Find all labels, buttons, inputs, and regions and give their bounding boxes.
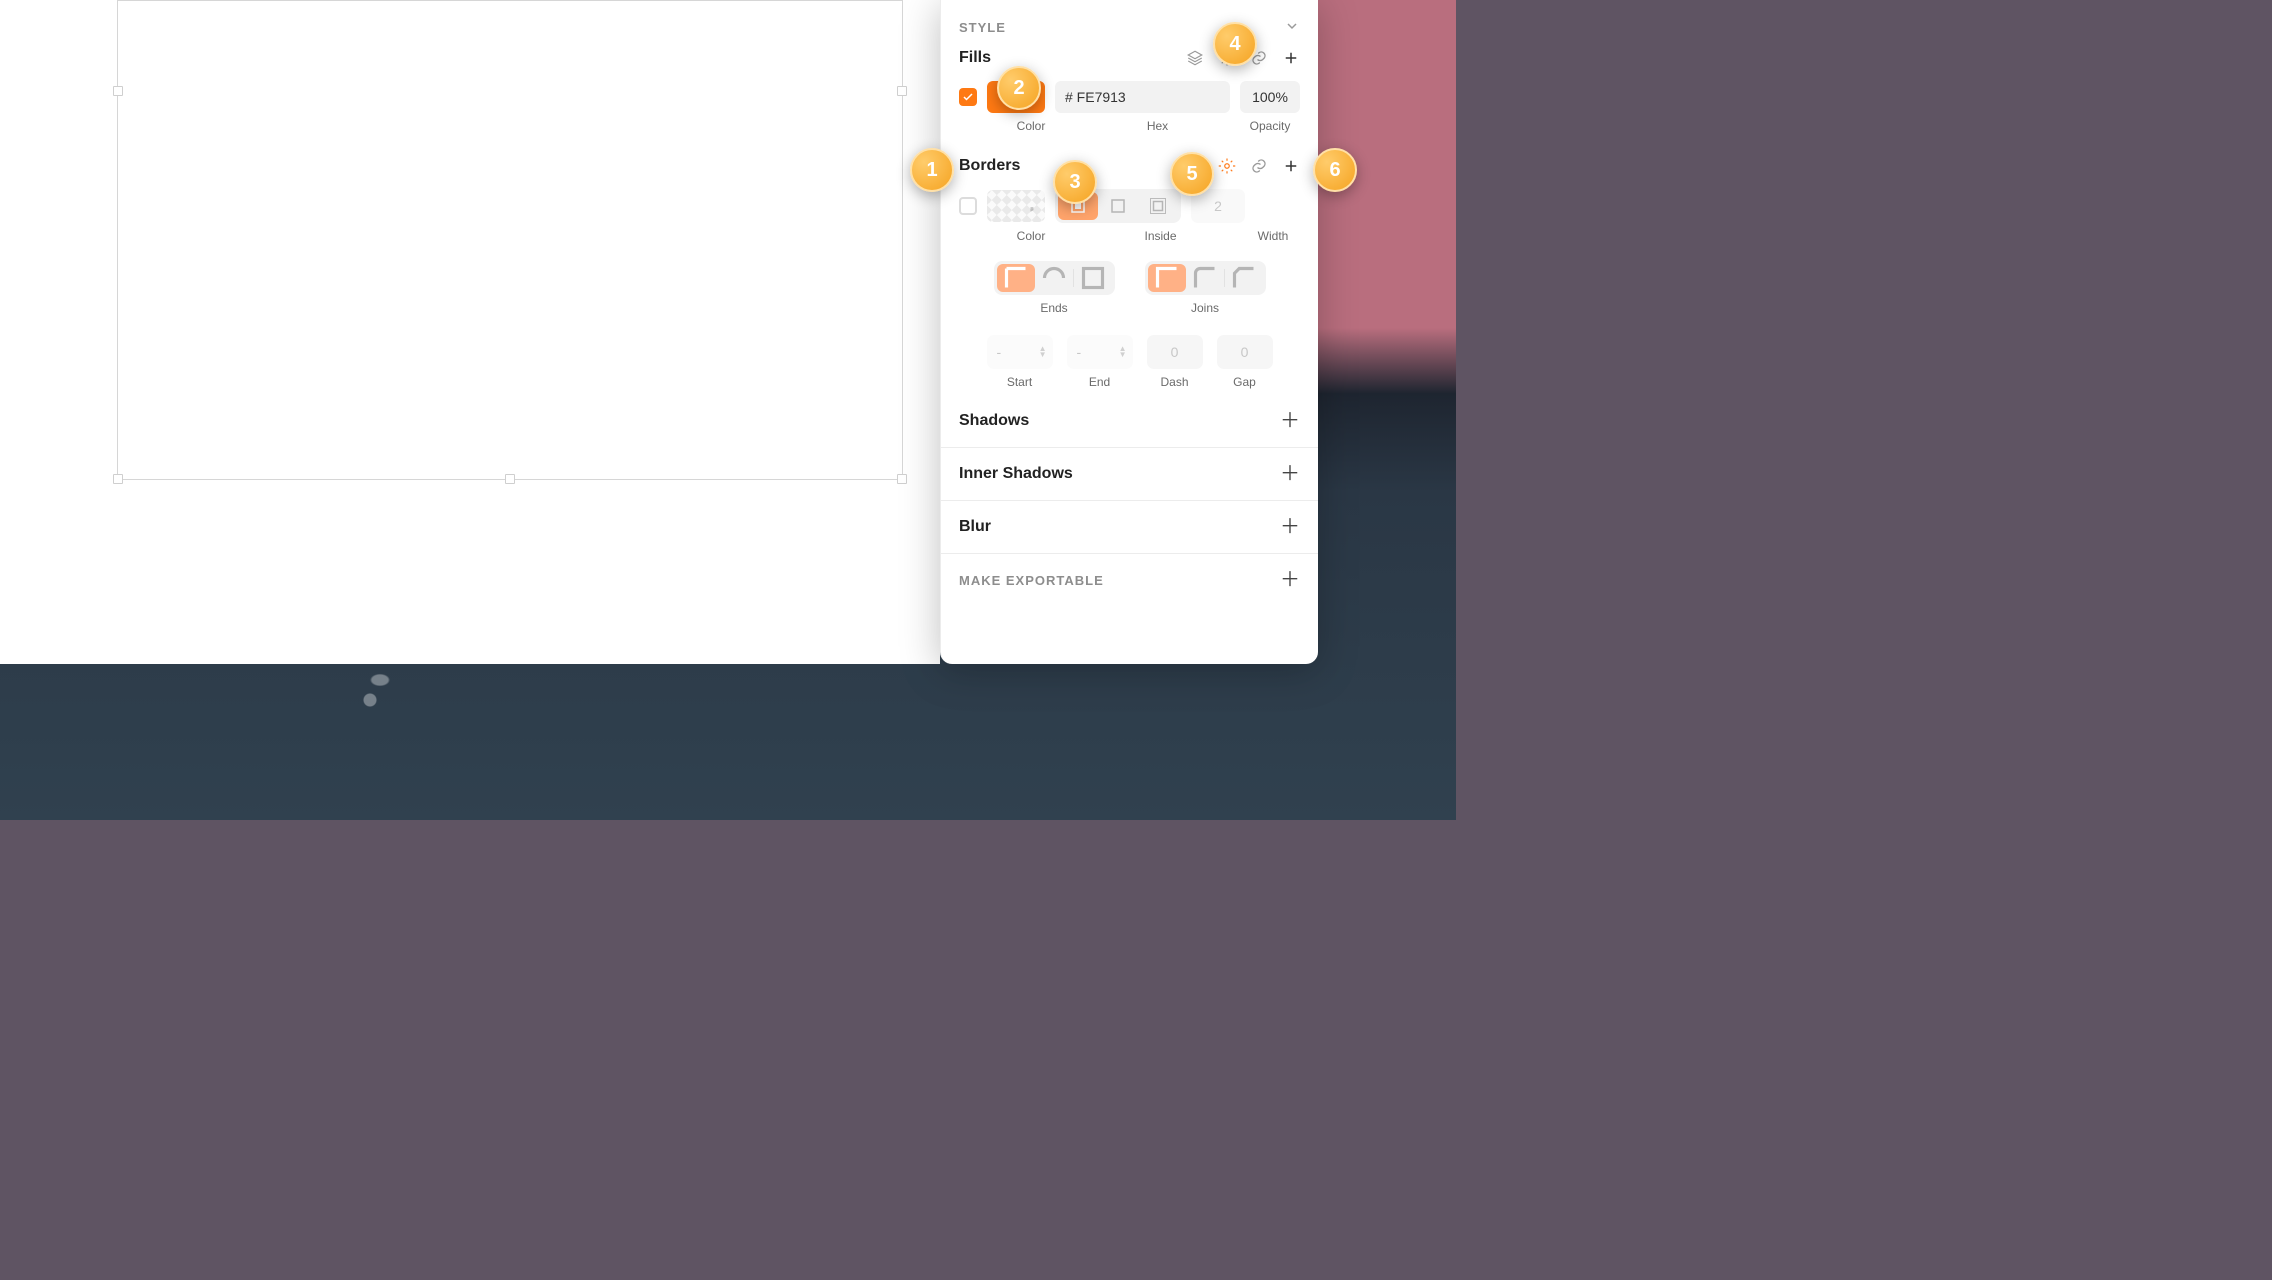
resize-handle-left[interactable] — [113, 86, 123, 96]
annotation-marker: 4 — [1213, 22, 1257, 66]
gap-label: Gap — [1233, 375, 1256, 389]
borders-gear-icon[interactable] — [1218, 157, 1236, 175]
stepper-arrows-icon: ▲▼ — [1119, 346, 1127, 358]
joins-label: Joins — [1191, 301, 1219, 315]
style-collapse[interactable] — [1284, 18, 1300, 37]
border-width-label: Width — [1246, 229, 1300, 243]
selection-bounding-box[interactable] — [117, 0, 903, 480]
joins-round[interactable] — [1186, 264, 1224, 292]
border-width-value: 2 — [1214, 198, 1222, 214]
fill-opacity-input[interactable]: 100% — [1240, 81, 1300, 113]
fill-opacity-label: Opacity — [1240, 119, 1300, 133]
ends-butt[interactable] — [997, 264, 1035, 292]
export-row[interactable]: MAKE EXPORTABLE ＋ — [941, 554, 1318, 606]
annotation-marker: 2 — [997, 66, 1041, 110]
border-enabled-check[interactable] — [959, 197, 977, 215]
resize-handle-bleft[interactable] — [113, 474, 123, 484]
blur-title: Blur — [959, 518, 991, 536]
dash-input[interactable]: 0 — [1147, 335, 1203, 369]
marker-number: 2 — [1013, 77, 1024, 100]
style-section-title: STYLE — [959, 20, 1006, 35]
stepper-arrows-icon: ▲▼ — [1039, 346, 1047, 358]
marker-number: 1 — [926, 159, 937, 182]
inner-shadows-title: Inner Shadows — [959, 465, 1073, 483]
resize-handle-bright[interactable] — [897, 474, 907, 484]
fills-layers-icon[interactable] — [1186, 49, 1204, 67]
borders-title: Borders — [959, 157, 1020, 175]
inner-shadows-add-icon[interactable]: ＋ — [1280, 464, 1300, 484]
inspector-panel: STYLE Fills — [940, 0, 1318, 664]
annotation-marker: 1 — [910, 148, 954, 192]
fill-hex-value: # FE7913 — [1065, 89, 1126, 105]
annotation-marker: 5 — [1170, 152, 1214, 196]
end-stepper[interactable]: - ▲▼ — [1067, 335, 1133, 369]
blur-row[interactable]: Blur ＋ — [941, 501, 1318, 554]
joins-miter[interactable] — [1148, 264, 1186, 292]
resize-handle-bottom[interactable] — [505, 474, 515, 484]
shadows-title: Shadows — [959, 412, 1029, 430]
ends-square[interactable] — [1074, 264, 1112, 292]
ends-segment[interactable] — [994, 261, 1115, 295]
shadows-add-icon[interactable]: ＋ — [1280, 411, 1300, 431]
start-stepper[interactable]: - ▲▼ — [987, 335, 1053, 369]
border-inside-label: Inside — [1085, 229, 1236, 243]
inner-shadows-row[interactable]: Inner Shadows ＋ — [941, 448, 1318, 501]
start-label: Start — [1007, 375, 1032, 389]
blur-add-icon[interactable]: ＋ — [1280, 517, 1300, 537]
fill-hex-input[interactable]: # FE7913 — [1055, 81, 1230, 113]
end-label: End — [1089, 375, 1110, 389]
borders-link-icon[interactable] — [1250, 157, 1268, 175]
canvas[interactable] — [0, 0, 940, 664]
marker-number: 4 — [1229, 33, 1240, 56]
dash-value: 0 — [1171, 344, 1179, 360]
borders-add-icon[interactable] — [1282, 157, 1300, 175]
gap-input[interactable]: 0 — [1217, 335, 1273, 369]
border-center-opt[interactable] — [1098, 192, 1138, 220]
fill-color-label: Color — [987, 119, 1075, 133]
fill-enabled-check[interactable] — [959, 88, 977, 106]
start-value: - — [997, 344, 1002, 360]
fill-hex-label: Hex — [1085, 119, 1230, 133]
annotation-marker: 3 — [1053, 160, 1097, 204]
joins-segment[interactable] — [1145, 261, 1266, 295]
shadows-row[interactable]: Shadows ＋ — [941, 395, 1318, 448]
border-color-label: Color — [987, 229, 1075, 243]
joins-bevel[interactable] — [1225, 264, 1263, 292]
export-title: MAKE EXPORTABLE — [959, 573, 1104, 588]
fill-opacity-value: 100% — [1252, 89, 1288, 105]
resize-handle-right[interactable] — [897, 86, 907, 96]
marker-number: 3 — [1069, 171, 1080, 194]
border-outside-opt[interactable] — [1138, 192, 1178, 220]
ends-round[interactable] — [1035, 264, 1073, 292]
eyedropper-icon — [1027, 199, 1041, 213]
export-add-icon[interactable]: ＋ — [1280, 570, 1300, 590]
gap-value: 0 — [1241, 344, 1249, 360]
border-color-swatch[interactable] — [987, 190, 1045, 222]
fills-title: Fills — [959, 49, 991, 67]
marker-number: 5 — [1186, 163, 1197, 186]
annotation-marker: 6 — [1313, 148, 1357, 192]
fills-add-icon[interactable] — [1282, 49, 1300, 67]
ends-label: Ends — [1040, 301, 1067, 315]
marker-number: 6 — [1329, 159, 1340, 182]
dash-label: Dash — [1160, 375, 1188, 389]
end-value: - — [1077, 344, 1082, 360]
